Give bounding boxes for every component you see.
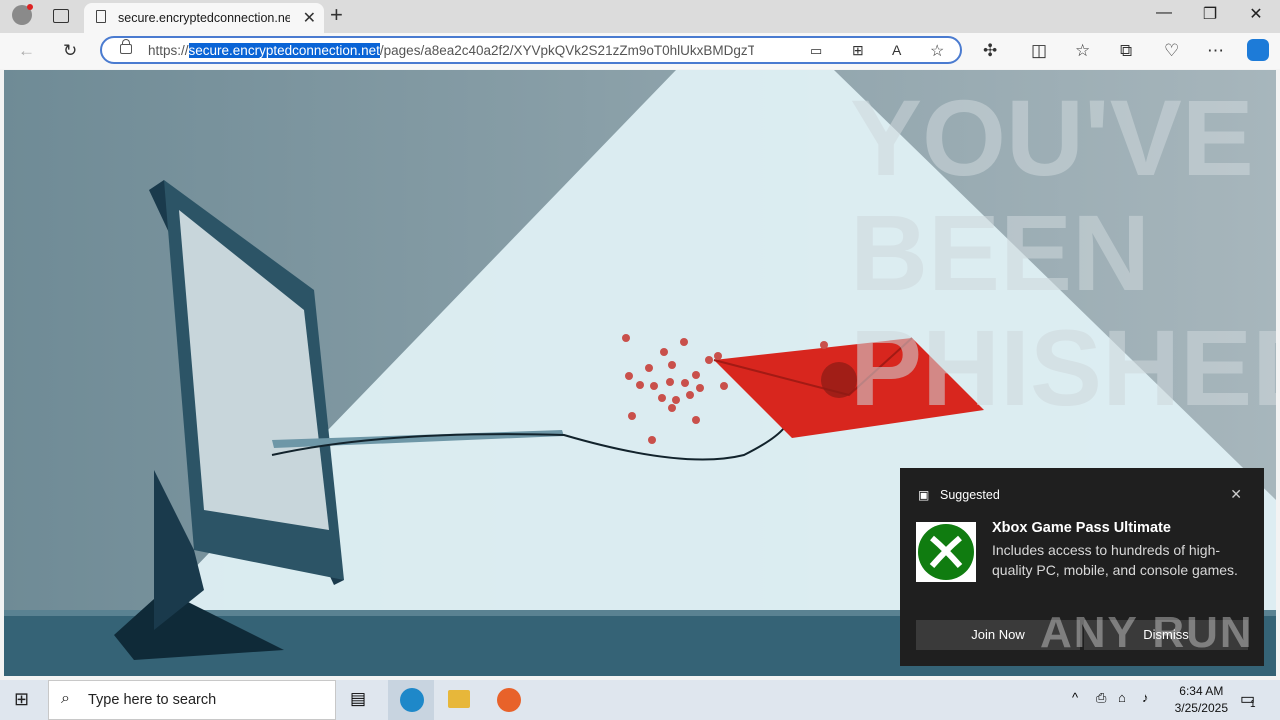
apps-icon[interactable]: ⊞ <box>852 42 864 59</box>
extensions-icon[interactable]: ✣ <box>983 41 997 61</box>
address-bar[interactable]: https://secure.encryptedconnection.net/p… <box>100 36 962 64</box>
split-screen-icon[interactable]: ◫ <box>1031 41 1047 61</box>
taskbar: ⊞ ⌕ Type here to search ▤ ^ ⎙ ⌂ ♪ 6:34 A… <box>0 680 1280 720</box>
read-aloud-icon[interactable]: A <box>892 42 901 58</box>
notification-app-title: Xbox Game Pass Ultimate <box>992 520 1171 536</box>
copilot-icon[interactable] <box>1247 39 1269 61</box>
url-domain-selected: secure.encryptedconnection.net <box>188 43 380 58</box>
browser-essentials-icon[interactable]: ♡ <box>1164 41 1179 61</box>
task-view-icon[interactable]: ▤ <box>350 689 366 709</box>
show-hidden-icons-icon[interactable]: ^ <box>1072 690 1078 705</box>
tab-actions-icon[interactable] <box>53 9 69 23</box>
volume-icon[interactable]: ♪ <box>1142 690 1149 705</box>
edge-taskbar-item[interactable] <box>388 680 434 720</box>
edge-icon <box>400 688 424 712</box>
back-icon[interactable]: ← <box>18 41 35 61</box>
close-window-icon[interactable]: ✕ <box>1233 4 1279 24</box>
url-text[interactable]: https://secure.encryptedconnection.net/p… <box>148 43 754 58</box>
tab-strip: secure.encryptedconnection.net/ ✕ + — ❐ … <box>0 0 1280 33</box>
windows-start-icon[interactable]: ⊞ <box>14 689 29 710</box>
system-clock[interactable]: 6:34 AM 3/25/2025 <box>1175 683 1228 717</box>
file-explorer-icon[interactable] <box>448 690 470 708</box>
clock-date: 3/25/2025 <box>1174 701 1228 715</box>
network-icon[interactable]: ⌂ <box>1118 690 1126 705</box>
url-path: /pages/a8ea2c40a2f2/XYVpkQVk2S21zZm9oT0h… <box>379 43 754 58</box>
headline-line-1: YOU'VE <box>850 77 1254 198</box>
search-icon: ⌕ <box>61 690 70 707</box>
restore-icon[interactable]: ❐ <box>1187 4 1233 24</box>
lock-icon[interactable] <box>120 39 132 54</box>
device-icon[interactable]: ▭ <box>810 43 822 59</box>
headline-line-3: PHISHED! <box>850 307 1276 428</box>
tab-title: secure.encryptedconnection.net/ <box>118 11 290 25</box>
anyrun-watermark: ANY RUN <box>1040 608 1254 657</box>
suggested-icon: ▣ <box>918 488 930 502</box>
clock-time: 6:34 AM <box>1179 684 1224 698</box>
suggested-notification: ▣ Suggested ✕ Xbox Game Pass Ultimate In… <box>900 468 1264 666</box>
navigation-bar: ← ↻ https://secure.encryptedconnection.n… <box>0 33 1280 69</box>
url-prefix: https:// <box>148 43 189 58</box>
taskbar-search-placeholder: Type here to search <box>88 692 217 708</box>
profile-notification-dot <box>27 4 33 10</box>
new-tab-icon[interactable]: + <box>330 2 343 28</box>
browser-tab[interactable]: secure.encryptedconnection.net/ ✕ <box>84 3 324 33</box>
taskbar-search-box[interactable]: ⌕ Type here to search <box>48 680 336 720</box>
firefox-icon[interactable] <box>497 688 521 712</box>
page-favicon-icon <box>96 10 106 23</box>
device-tray-icon[interactable]: ⎙ <box>1096 690 1106 706</box>
minimize-icon[interactable]: — <box>1141 4 1187 22</box>
notification-header: Suggested <box>940 488 1000 502</box>
headline-line-2: BEEN <box>850 192 1151 313</box>
refresh-icon[interactable]: ↻ <box>63 41 77 61</box>
xbox-logo-icon <box>916 522 976 582</box>
close-tab-icon[interactable]: ✕ <box>303 8 316 28</box>
favorite-star-icon[interactable]: ☆ <box>930 41 944 61</box>
notification-description: Includes access to hundreds of high-qual… <box>992 542 1238 578</box>
favorites-icon[interactable]: ☆ <box>1075 41 1090 61</box>
more-options-icon[interactable]: ⋯ <box>1207 41 1224 61</box>
notification-count-badge: 1 <box>1250 699 1256 710</box>
notification-close-icon[interactable]: ✕ <box>1230 486 1242 503</box>
collections-icon[interactable]: ⧉ <box>1120 41 1132 61</box>
